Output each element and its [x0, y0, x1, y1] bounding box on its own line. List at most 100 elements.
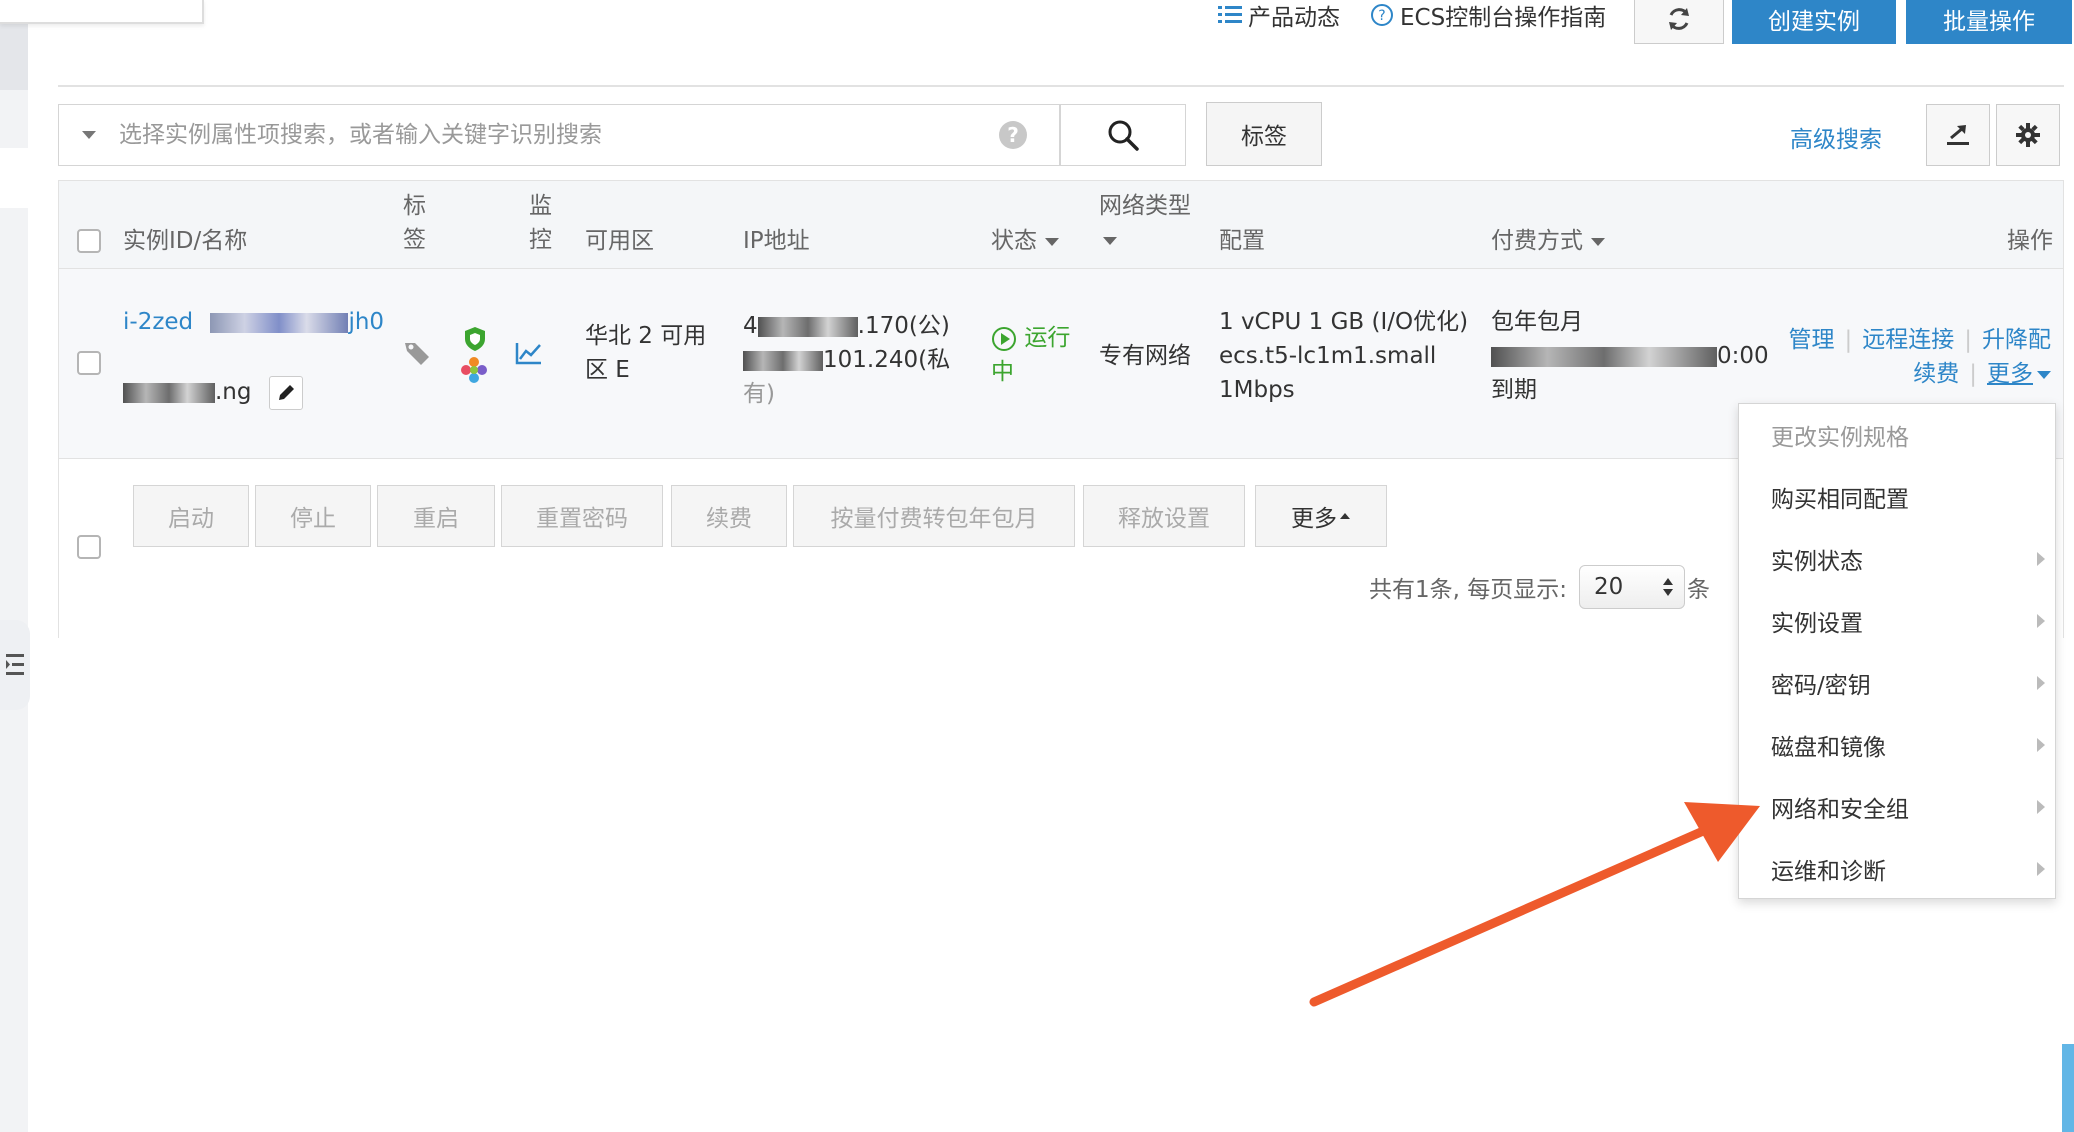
renew-button[interactable]: 续费 [671, 485, 787, 547]
ip-cell: 4 .170(公) 101.240(私 有) [743, 309, 950, 411]
menu-buy-same-config[interactable]: 购买相同配置 [1739, 466, 2055, 528]
zone-line1: 华北 2 可用 [585, 323, 707, 349]
restart-button[interactable]: 重启 [377, 485, 495, 547]
reset-password-button[interactable]: 重置密码 [501, 485, 663, 547]
instance-id-link[interactable]: i-2zed jh0 [123, 305, 384, 339]
redacted-text [743, 350, 823, 371]
batch-more-label: 更多 [1291, 506, 1337, 532]
ip-public-prefix: 4 [743, 313, 758, 339]
settings-button[interactable] [1996, 104, 2060, 166]
floating-widget-edge[interactable] [2062, 1044, 2074, 1132]
refresh-button[interactable] [1634, 0, 1724, 44]
status-line2: 中 [991, 359, 1014, 385]
config-line1: 1 vCPU 1 GB (I/O优化) [1219, 309, 1469, 335]
row-checkbox[interactable] [77, 351, 101, 375]
col-billing-label: 付费方式 [1491, 228, 1583, 254]
col-billing[interactable]: 付费方式 [1491, 224, 1605, 258]
status-line1: 运行 [1024, 325, 1071, 351]
convert-billing-button[interactable]: 按量付费转包年包月 [793, 485, 1075, 547]
zone-cell: 华北 2 可用 区 E [585, 319, 706, 387]
menu-label: 运维和诊断 [1771, 859, 1886, 885]
refresh-icon [1669, 7, 1689, 30]
col-tag-line1: 标 [403, 193, 426, 219]
tag-filter-button[interactable]: 标签 [1206, 102, 1322, 166]
export-button[interactable] [1926, 104, 1990, 166]
col-zone: 可用区 [585, 228, 654, 254]
menu-label: 密码/密钥 [1771, 673, 1871, 699]
cloud-security-icon[interactable] [459, 355, 489, 385]
page-size-select[interactable]: 20 [1579, 565, 1686, 609]
ecs-guide-link[interactable]: ? ECS控制台操作指南 [1370, 0, 1606, 32]
col-status[interactable]: 状态 [991, 224, 1059, 258]
caret-down-icon [2037, 370, 2051, 379]
col-operations: 操作 [2007, 228, 2053, 254]
caret-down-icon [82, 131, 96, 139]
col-monitor-line2: 控 [529, 227, 552, 253]
search-button[interactable] [1060, 104, 1186, 166]
menu-ops-diagnostics[interactable]: 运维和诊断 [1739, 838, 2055, 900]
search-help-icon[interactable]: ? [999, 121, 1027, 149]
network-type: 专有网络 [1099, 343, 1191, 369]
config-cell: 1 vCPU 1 GB (I/O优化) ecs.t5-lc1m1.small 1… [1219, 305, 1468, 407]
top-toolbar: 产品动态 ? ECS控制台操作指南 创建实例 批量操作 [0, 0, 2074, 44]
more-link[interactable]: 更多 [1987, 361, 2051, 387]
batch-select-checkbox[interactable] [77, 535, 101, 559]
col-network[interactable]: 网络类型 [1099, 189, 1191, 257]
menu-disk-image[interactable]: 磁盘和镜像 [1739, 714, 2055, 776]
menu-instance-status[interactable]: 实例状态 [1739, 528, 2055, 590]
col-tag: 标签 [403, 189, 426, 257]
menu-network-security-group[interactable]: 网络和安全组 [1739, 776, 2055, 838]
pager-total: 共有1条, 每页显示: [1369, 577, 1568, 603]
tag-icon-cell[interactable] [403, 339, 431, 377]
menu-change-spec[interactable]: 更改实例规格 [1739, 404, 2055, 466]
ip-private-end: 有) [743, 381, 775, 407]
redacted-text [757, 316, 858, 337]
stop-button[interactable]: 停止 [255, 485, 371, 547]
chevron-right-icon [2037, 862, 2045, 876]
search-filter-dropdown[interactable] [59, 130, 119, 140]
security-icons [459, 325, 489, 385]
advanced-search-link[interactable]: 高级搜索 [1790, 120, 1882, 154]
menu-label: 磁盘和镜像 [1771, 735, 1886, 761]
ecs-guide-label: ECS控制台操作指南 [1400, 5, 1607, 31]
chevron-right-icon [2037, 738, 2045, 752]
renew-link[interactable]: 续费 [1913, 361, 1959, 387]
shield-icon[interactable] [462, 325, 488, 353]
remote-connect-link[interactable]: 远程连接 [1862, 327, 1954, 353]
more-link-label: 更多 [1987, 361, 2033, 387]
start-button[interactable]: 启动 [133, 485, 249, 547]
product-news-link[interactable]: 产品动态 [1218, 0, 1340, 32]
create-instance-button[interactable]: 创建实例 [1732, 0, 1896, 44]
billing-cell: 包年包月 0:00 到期 [1491, 305, 1769, 407]
search-input[interactable] [119, 122, 999, 148]
chevron-right-icon [2037, 676, 2045, 690]
filter-caret-icon [1103, 236, 1117, 245]
menu-password-key[interactable]: 密码/密钥 [1739, 652, 2055, 714]
batch-more-button[interactable]: 更多 [1255, 485, 1387, 547]
svg-text:?: ? [1378, 8, 1385, 24]
col-tag-line2: 签 [403, 227, 426, 253]
edit-name-button[interactable] [268, 375, 303, 410]
select-all-checkbox[interactable] [77, 229, 101, 253]
config-line3: 1Mbps [1219, 377, 1295, 403]
gear-icon [2016, 123, 2040, 147]
filter-caret-icon [1045, 237, 1059, 246]
col-network-label: 网络类型 [1099, 193, 1191, 219]
manage-link[interactable]: 管理 [1789, 327, 1835, 353]
search-icon [1108, 120, 1139, 151]
batch-operation-button[interactable]: 批量操作 [1906, 0, 2072, 44]
monitor-icon-cell[interactable] [515, 341, 543, 375]
sidebar-toggle[interactable] [0, 620, 30, 710]
col-config: 配置 [1219, 228, 1265, 254]
play-circle-icon [992, 326, 1016, 351]
list-icon [1218, 6, 1242, 23]
menu-instance-settings[interactable]: 实例设置 [1739, 590, 2055, 652]
instance-name: .ng [123, 375, 303, 410]
instance-id-suffix: jh0 [348, 309, 385, 335]
chevron-right-icon [2037, 552, 2045, 566]
table-header: 实例ID/名称 标签 监控 可用区 IP地址 状态 网络类型 配置 付费方式 操… [59, 181, 2063, 269]
release-settings-button[interactable]: 释放设置 [1083, 485, 1245, 547]
operations-cell: 管理 | 远程连接 | 升降配 续费 | 更多 [1788, 327, 2051, 387]
resize-link[interactable]: 升降配 [1982, 327, 2051, 353]
annotation-arrow [1309, 802, 1760, 1007]
